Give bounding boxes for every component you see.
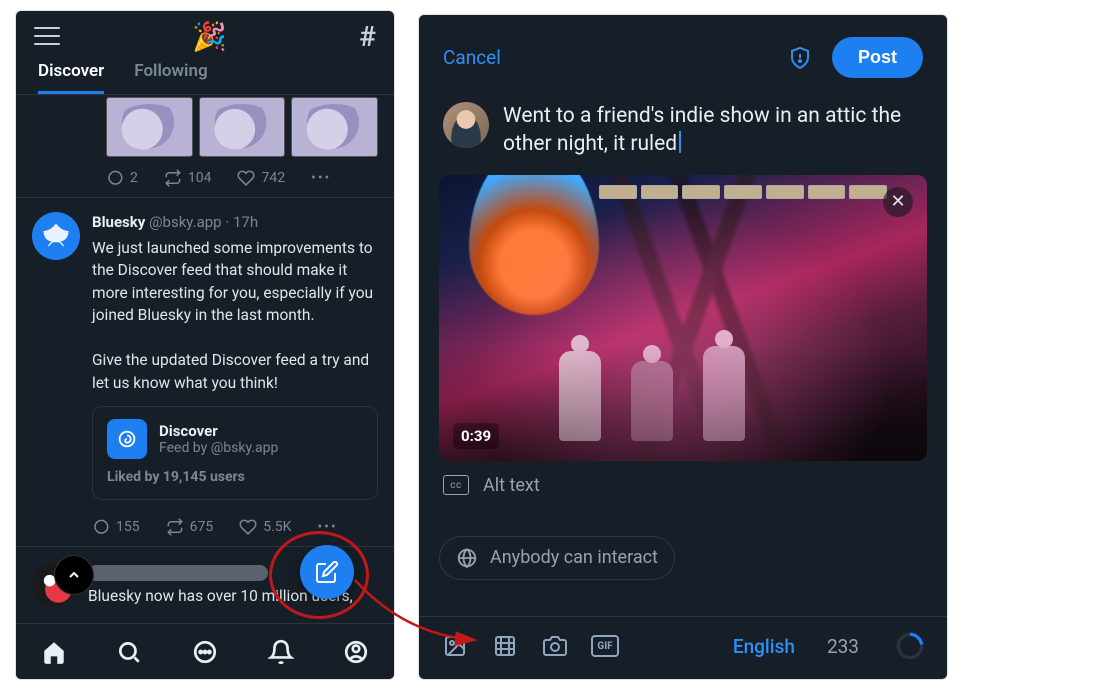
alt-text-button[interactable]: cc Alt text — [419, 461, 947, 502]
post-actions-row: 2 104 742 ••• — [16, 159, 394, 197]
alt-text-label: Alt text — [483, 475, 540, 496]
author-handle: @bsky.app — [149, 213, 222, 231]
user-avatar[interactable] — [443, 102, 489, 148]
app-logo-graphic: 🎉 — [192, 20, 227, 53]
post-actions-row: 155 675 5.5K ••• — [92, 508, 378, 546]
like-button[interactable]: 742 — [237, 169, 285, 187]
repost-count: 675 — [190, 519, 214, 535]
language-button[interactable]: English — [733, 635, 795, 658]
nav-chat-icon[interactable] — [192, 639, 218, 665]
tab-discover[interactable]: Discover — [38, 61, 104, 94]
menu-icon[interactable] — [34, 27, 60, 45]
nav-profile-icon[interactable] — [343, 639, 369, 665]
like-count: 5.5K — [263, 519, 291, 535]
composer-top-bar: Cancel Post — [419, 15, 947, 88]
feed-screen: 🎉 # Discover Following 2 104 742 ••• — [15, 10, 395, 680]
hashtag-icon[interactable]: # — [359, 20, 376, 53]
feed-icon — [107, 419, 147, 459]
avatar[interactable] — [32, 212, 80, 260]
composer-toolbar: GIF English 233 — [419, 616, 947, 679]
camera-icon[interactable] — [541, 634, 569, 658]
attached-video[interactable]: 0:39 ✕ — [439, 175, 927, 461]
post-image-grid[interactable] — [16, 95, 394, 159]
interaction-label: Anybody can interact — [490, 547, 658, 568]
repost-button[interactable]: 104 — [164, 169, 212, 187]
tab-following[interactable]: Following — [134, 61, 207, 94]
bottom-nav — [16, 623, 394, 679]
video-duration: 0:39 — [453, 423, 499, 449]
gif-icon[interactable]: GIF — [591, 635, 619, 657]
compose-fab-button[interactable] — [300, 545, 354, 599]
reply-button[interactable]: 155 — [92, 518, 140, 536]
compose-textarea[interactable]: Went to a friend's indie show in an atti… — [503, 102, 923, 159]
like-button[interactable]: 5.5K — [239, 518, 291, 536]
cancel-button[interactable]: Cancel — [443, 46, 501, 69]
repost-button[interactable]: 675 — [166, 518, 214, 536]
cc-icon: cc — [443, 475, 469, 495]
post-header[interactable]: Bluesky @bsky.app · 17h — [92, 212, 378, 233]
video-icon[interactable] — [491, 634, 519, 658]
post-timestamp: 17h — [233, 213, 258, 231]
more-icon[interactable]: ••• — [317, 519, 337, 535]
author-name: Bluesky — [92, 213, 145, 231]
interaction-settings-button[interactable]: Anybody can interact — [439, 536, 675, 580]
redacted-header — [88, 565, 268, 581]
post-button[interactable]: Post — [832, 37, 923, 78]
shield-warning-icon[interactable] — [788, 46, 812, 70]
feed-subtitle: Feed by @bsky.app — [159, 440, 278, 456]
more-icon[interactable]: ••• — [311, 170, 331, 186]
char-progress-ring — [895, 631, 925, 661]
feed-embed-card[interactable]: Discover Feed by @bsky.app Liked by 19,1… — [92, 406, 378, 500]
composer-screen: Cancel Post Went to a friend's indie sho… — [418, 14, 948, 680]
feed-tabs: Discover Following — [16, 61, 394, 95]
post-text: We just launched some improvements to th… — [92, 237, 378, 394]
nav-bell-icon[interactable] — [268, 639, 294, 665]
top-bar: 🎉 # — [16, 11, 394, 61]
feed-likes: Liked by 19,145 users — [107, 469, 363, 485]
gallery-icon[interactable] — [441, 634, 469, 658]
reply-count: 155 — [116, 519, 140, 535]
reply-button[interactable]: 2 — [106, 169, 138, 187]
feed-post: Bluesky @bsky.app · 17h We just launched… — [16, 197, 394, 546]
reply-count: 2 — [130, 170, 138, 186]
remove-media-button[interactable]: ✕ — [883, 187, 913, 217]
repost-count: 104 — [188, 170, 212, 186]
nav-search-icon[interactable] — [116, 639, 142, 665]
char-count: 233 — [827, 635, 859, 658]
scroll-to-top-button[interactable] — [54, 555, 94, 595]
compose-row: Went to a friend's indie show in an atti… — [419, 88, 947, 165]
feed-title: Discover — [159, 422, 278, 440]
like-count: 742 — [261, 170, 285, 186]
nav-home-icon[interactable] — [41, 639, 67, 665]
